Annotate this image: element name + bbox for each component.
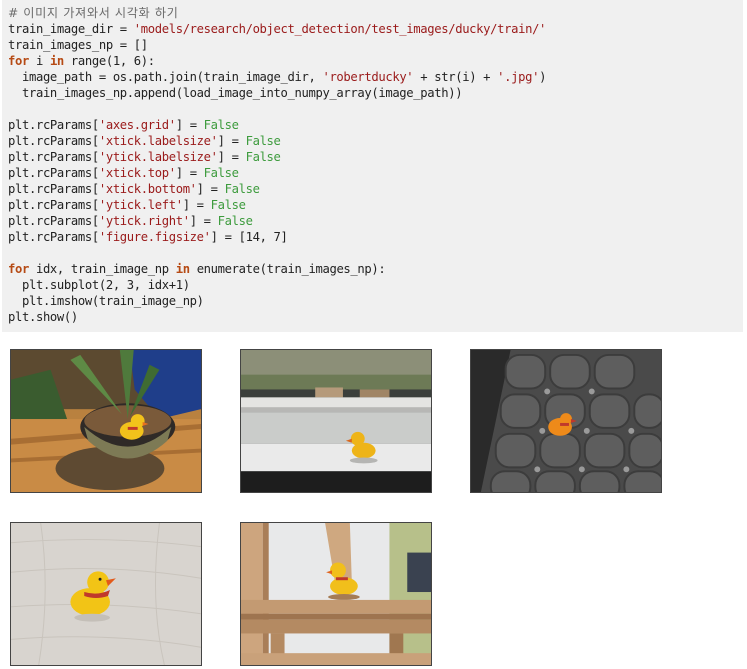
code-token-plain: plt.show() [8, 310, 78, 324]
code-token-str: 'xtick.labelsize' [98, 134, 218, 148]
code-token-bool: False [224, 182, 260, 196]
code-token-str: 'figure.figsize' [98, 230, 211, 244]
code-line: plt.rcParams['ytick.right'] = False [8, 213, 737, 229]
code-editor[interactable]: # 이미지 가져와서 시각화 하기 train_image_dir = 'mode… [8, 5, 737, 325]
code-token-plain: image_path = os.path.join(train_image_di… [8, 70, 323, 84]
subplot-4-image [10, 522, 202, 666]
subplot-1-image [10, 349, 202, 493]
code-token-str: 'robertducky' [322, 70, 414, 84]
code-token-plain: train_image_dir = [8, 22, 134, 36]
code-cell[interactable]: # 이미지 가져와서 시각화 하기 train_image_dir = 'mode… [2, 0, 743, 332]
subplot-2-image [240, 349, 432, 493]
code-token-plain: plt.imshow(train_image_np) [8, 294, 204, 308]
code-token-plain: range(1, 6): [63, 54, 155, 68]
code-token-plain: ] = [14, 7] [210, 230, 288, 244]
duck-grey-chair-photo [471, 350, 661, 492]
code-token-plain: ] = [175, 166, 204, 180]
duck-plant-pot-photo [11, 350, 201, 492]
code-token-str: '.jpg' [497, 70, 540, 84]
duck-wood-floor-photo [11, 523, 201, 665]
code-line: for i in range(1, 6): [8, 53, 737, 69]
code-line: plt.rcParams['xtick.labelsize'] = False [8, 133, 737, 149]
code-token-str: 'xtick.top' [98, 166, 176, 180]
code-token-plain: ] = [217, 150, 246, 164]
code-token-plain: plt.rcParams[ [8, 166, 99, 180]
code-token-plain: train_images_np = [] [8, 38, 148, 52]
code-token-str: 'ytick.labelsize' [98, 150, 218, 164]
code-token-plain: ] = [189, 214, 218, 228]
code-token-str: 'ytick.left' [98, 198, 183, 212]
code-token-plain: ] = [217, 134, 246, 148]
code-token-plain: plt.rcParams[ [8, 134, 99, 148]
subplot-5-image [240, 522, 432, 666]
code-token-kw: in [49, 54, 64, 68]
code-line: plt.subplot(2, 3, idx+1) [8, 277, 737, 293]
duck-window-sill-photo [241, 350, 431, 492]
code-line: # 이미지 가져와서 시각화 하기 [8, 5, 737, 21]
code-line: plt.rcParams['figure.figsize'] = [14, 7] [8, 229, 737, 245]
code-line: plt.rcParams['axes.grid'] = False [8, 117, 737, 133]
code-token-kw: in [175, 262, 190, 276]
duck-wooden-chair-photo [241, 523, 431, 665]
code-line: for idx, train_image_np in enumerate(tra… [8, 261, 737, 277]
code-line: train_images_np.append(load_image_into_n… [8, 85, 737, 101]
code-line: plt.show() [8, 309, 737, 325]
code-token-bool: False [203, 166, 239, 180]
code-line: train_image_dir = 'models/research/objec… [8, 21, 737, 37]
code-token-bool: False [210, 198, 246, 212]
code-token-plain: plt.rcParams[ [8, 214, 99, 228]
code-token-plain: ] = [175, 118, 204, 132]
code-token-plain: i [28, 54, 50, 68]
code-token-str: 'models/research/object_detection/test_i… [133, 22, 547, 36]
code-token-plain: plt.rcParams[ [8, 118, 99, 132]
code-token-plain: + str(i) + [413, 70, 498, 84]
code-token-plain: plt.rcParams[ [8, 182, 99, 196]
code-token-plain: ] = [196, 182, 225, 196]
code-line: plt.rcParams['ytick.labelsize'] = False [8, 149, 737, 165]
code-token-str: 'xtick.bottom' [98, 182, 197, 196]
code-token-plain: ) [539, 70, 547, 84]
code-line: plt.rcParams['xtick.bottom'] = False [8, 181, 737, 197]
code-token-plain: plt.rcParams[ [8, 230, 99, 244]
code-token-str: 'axes.grid' [98, 118, 176, 132]
code-line: train_images_np = [] [8, 37, 737, 53]
output-area [0, 332, 747, 669]
code-line: plt.rcParams['xtick.top'] = False [8, 165, 737, 181]
code-token-bool: False [245, 134, 281, 148]
code-token-bool: False [203, 118, 239, 132]
code-token-plain: idx, train_image_np [28, 262, 176, 276]
code-line: plt.rcParams['ytick.left'] = False [8, 197, 737, 213]
code-token-plain: enumerate(train_images_np): [189, 262, 386, 276]
code-token-str: 'ytick.right' [98, 214, 190, 228]
code-token-plain: ] = [182, 198, 211, 212]
code-token-plain: train_images_np.append(load_image_into_n… [8, 86, 463, 100]
code-token-plain: plt.rcParams[ [8, 150, 99, 164]
subplot-3-image [470, 349, 662, 493]
code-token-kw: for [8, 54, 29, 68]
code-token-kw: for [8, 262, 29, 276]
code-token-plain: plt.rcParams[ [8, 198, 99, 212]
code-token-bool: False [217, 214, 253, 228]
code-line: plt.imshow(train_image_np) [8, 293, 737, 309]
code-token-bool: False [245, 150, 281, 164]
code-line: image_path = os.path.join(train_image_di… [8, 69, 737, 85]
code-token-plain: plt.subplot(2, 3, idx+1) [8, 278, 190, 292]
code-token-comment: # 이미지 가져와서 시각화 하기 [8, 6, 179, 20]
